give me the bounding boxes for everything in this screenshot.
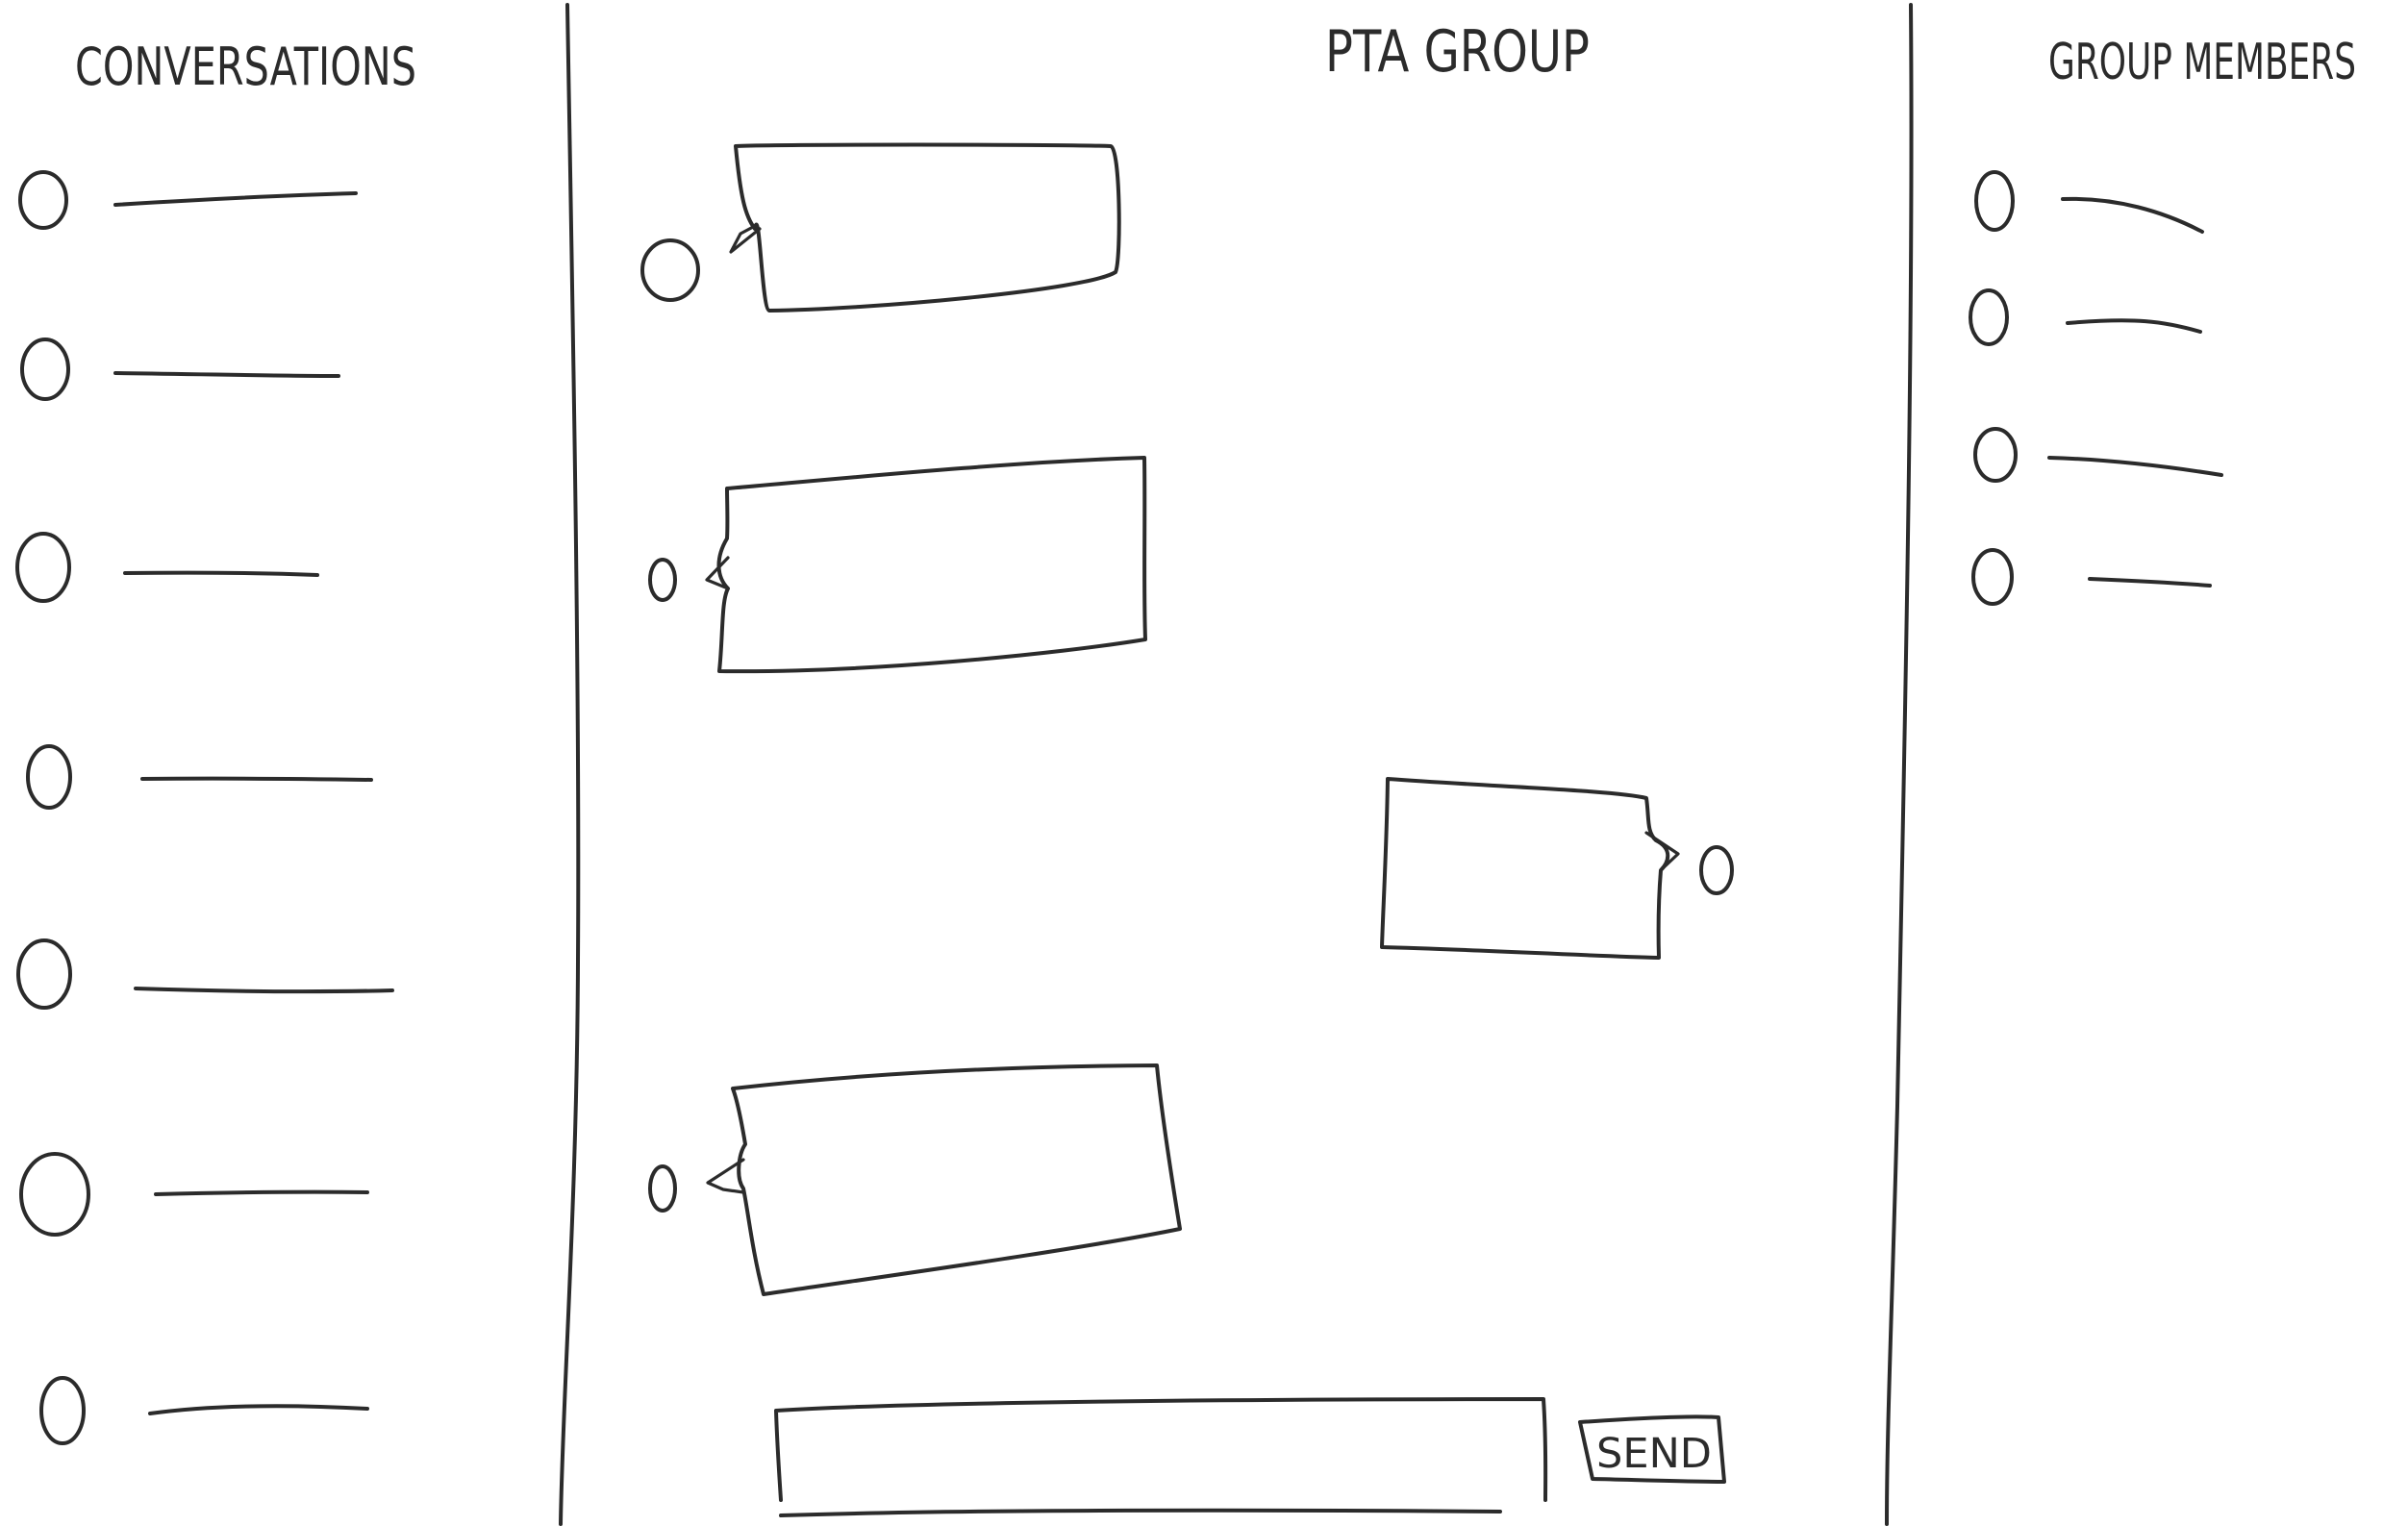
member-name-placeholder	[2088, 577, 2212, 588]
avatar	[1971, 548, 2014, 606]
conversation-item[interactable]	[26, 744, 373, 810]
conversation-name-placeholder	[134, 987, 394, 994]
message-input[interactable]	[774, 1397, 1548, 1517]
conversation-item[interactable]	[15, 532, 319, 603]
avatar	[26, 744, 72, 810]
avatar	[1974, 170, 2015, 232]
bubble-tail	[1644, 831, 1680, 872]
avatar	[15, 532, 71, 603]
chat-header: PTA GROUP	[1325, 18, 1590, 86]
right-divider	[1885, 3, 1914, 1526]
group-members-panel-header: GROUP MEMBERS	[2048, 34, 2356, 91]
conversation-name-placeholder	[113, 371, 340, 378]
conversation-item[interactable]	[39, 1376, 369, 1445]
conversation-name-placeholder	[123, 570, 319, 577]
member-item[interactable]	[1973, 427, 2223, 483]
conversation-item[interactable]	[19, 1152, 369, 1237]
wireframe-sketch: CONVERSATIONS PTA GROUP GROUP MEMBERS SE…	[15, 3, 2356, 1526]
send-button-label: SEND	[1596, 1430, 1712, 1478]
message-bubble	[734, 142, 1121, 313]
conversation-list	[15, 170, 394, 1445]
chat-title: PTA GROUP	[1325, 18, 1590, 86]
member-name-placeholder	[2047, 456, 2223, 477]
conversation-item[interactable]	[16, 938, 394, 1010]
conversations-title: CONVERSATIONS	[75, 37, 416, 97]
group-members-list	[1969, 170, 2223, 606]
conversation-name-placeholder	[113, 191, 358, 207]
avatar	[640, 238, 700, 302]
left-divider	[559, 3, 581, 1526]
message-bubble	[1380, 777, 1670, 960]
incoming-message	[648, 1063, 1182, 1296]
member-item[interactable]	[1971, 548, 2212, 606]
conversation-name-placeholder	[154, 1189, 369, 1196]
conversation-name-placeholder	[140, 776, 373, 782]
avatar	[20, 338, 70, 401]
conversation-item[interactable]	[18, 170, 358, 230]
avatar	[18, 170, 68, 230]
member-item[interactable]	[1969, 288, 2202, 346]
outgoing-message	[1380, 777, 1734, 960]
incoming-message	[640, 142, 1121, 313]
send-button[interactable]: SEND	[1578, 1414, 1726, 1484]
avatar	[1699, 845, 1734, 895]
message-thread	[640, 142, 1734, 1296]
member-name-placeholder	[2061, 196, 2204, 234]
avatar	[1973, 427, 2018, 483]
member-item[interactable]	[1974, 170, 2204, 234]
avatar	[648, 1164, 677, 1213]
incoming-message	[648, 456, 1147, 674]
avatar	[1969, 288, 2009, 346]
message-bubble	[731, 1063, 1182, 1296]
member-name-placeholder	[2066, 318, 2202, 334]
conversation-name-placeholder	[148, 1404, 369, 1415]
group-members-title: GROUP MEMBERS	[2048, 34, 2356, 91]
avatar	[16, 938, 72, 1010]
avatar	[39, 1376, 86, 1445]
conversations-panel-header: CONVERSATIONS	[75, 37, 416, 97]
conversation-item[interactable]	[20, 338, 340, 401]
avatar	[19, 1152, 90, 1237]
avatar	[648, 558, 677, 602]
message-composer: SEND	[774, 1397, 1726, 1517]
message-bubble	[716, 456, 1147, 674]
